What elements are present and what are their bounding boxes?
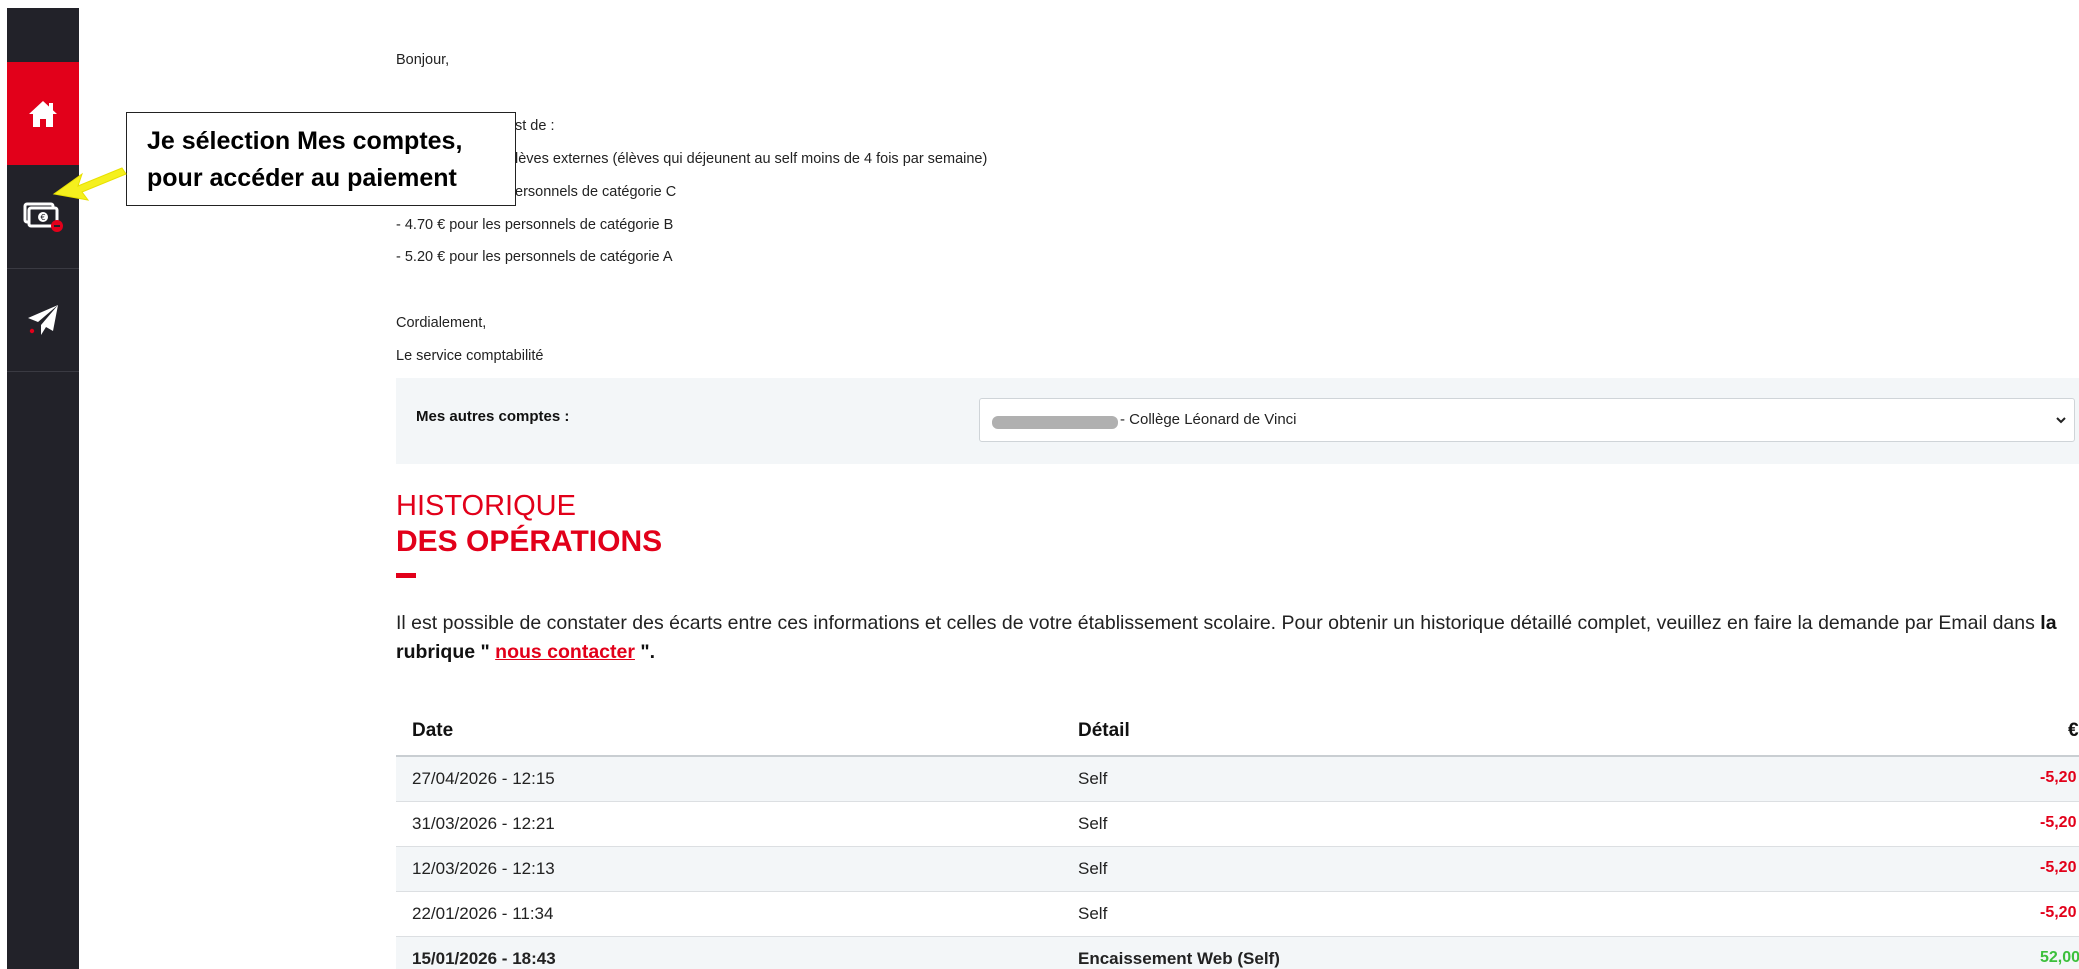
page: € Je sélection Mes comptes, pour accéder… [0, 0, 2079, 969]
row-amount: -5,20 [2040, 814, 2077, 831]
row-detail: Self [1078, 904, 1108, 923]
message-greeting: Bonjour, [396, 52, 450, 68]
other-accounts-select[interactable]: - Collège Léonard de Vinci [979, 398, 2075, 442]
selected-account: - Collège Léonard de Vinci [1120, 411, 1297, 428]
callout-line-2: pour accéder au paiement [147, 164, 457, 192]
history-info-strong-2: ". [634, 641, 656, 663]
other-accounts-label: Mes autres comptes : [416, 408, 570, 425]
sidebar-item-home[interactable] [7, 62, 79, 165]
row-amount: 52,00 [2040, 949, 2079, 966]
history-info: Il est possible de constater des écarts … [396, 609, 2079, 667]
message-price-cat-b: - 4.70 € pour les personnels de catégori… [396, 217, 674, 233]
table-header: Date Détail € [396, 712, 2079, 757]
row-detail: Self [1078, 859, 1108, 878]
message-closing: Cordialement, [396, 315, 487, 331]
table-row: 22/01/2026 - 11:34 Self -5,20 [396, 892, 2079, 937]
row-detail: Encaissement Web (Self) [1078, 949, 1280, 968]
row-date: 15/01/2026 - 18:43 [412, 949, 556, 968]
header-detail: Détail [1078, 720, 1130, 741]
callout-line-1: Je sélection Mes comptes, [147, 127, 463, 155]
sidebar-item-contact[interactable] [7, 269, 79, 372]
row-amount: -5,20 [2040, 769, 2077, 786]
table-row: 31/03/2026 - 12:21 Self -5,20 [396, 802, 2079, 847]
row-date: 31/03/2026 - 12:21 [412, 814, 555, 833]
table-row: 12/03/2026 - 12:13 Self -5,20 [396, 847, 2079, 892]
operations-table: Date Détail € 27/04/2026 - 12:15 Self -5… [396, 712, 2079, 969]
message-price-cat-c: ersonnels de catégorie C [515, 184, 677, 200]
paper-plane-icon [28, 305, 58, 335]
svg-text:€: € [40, 213, 45, 222]
message-price-externes: lèves externes (élèves qui déjeunent au … [515, 151, 988, 167]
table-row: 27/04/2026 - 12:15 Self -5,20 [396, 757, 2079, 802]
row-detail: Self [1078, 814, 1108, 833]
row-amount: -5,20 [2040, 859, 2077, 876]
message-intro: st de : [515, 118, 555, 134]
sidebar: € [7, 8, 79, 969]
row-date: 22/01/2026 - 11:34 [412, 904, 554, 923]
home-icon [29, 100, 57, 127]
history-info-text: Il est possible de constater des écarts … [396, 612, 2041, 634]
row-detail: Self [1078, 769, 1108, 788]
title-underline [396, 573, 416, 578]
header-date: Date [412, 720, 454, 741]
header-amount: € [2068, 720, 2079, 741]
message-price-cat-a: - 5.20 € pour les personnels de catégori… [396, 249, 673, 265]
redacted-name [992, 416, 1118, 429]
chevron-down-icon [2056, 417, 2066, 424]
row-amount: -5,20 [2040, 904, 2077, 921]
callout-arrow-icon [52, 167, 127, 201]
contact-link[interactable]: nous contacter [495, 641, 635, 663]
other-accounts-panel: Mes autres comptes : - Collège Léonard d… [396, 378, 2079, 464]
history-title-line-1: HISTORIQUE [396, 490, 576, 522]
row-date: 12/03/2026 - 12:13 [412, 859, 555, 878]
row-date: 27/04/2026 - 12:15 [412, 769, 555, 788]
history-title-line-2: DES OPÉRATIONS [396, 525, 663, 558]
table-row: 15/01/2026 - 18:43 Encaissement Web (Sel… [396, 937, 2079, 969]
message-signature: Le service comptabilité [396, 348, 544, 364]
instruction-callout: Je sélection Mes comptes, pour accéder a… [126, 112, 516, 206]
